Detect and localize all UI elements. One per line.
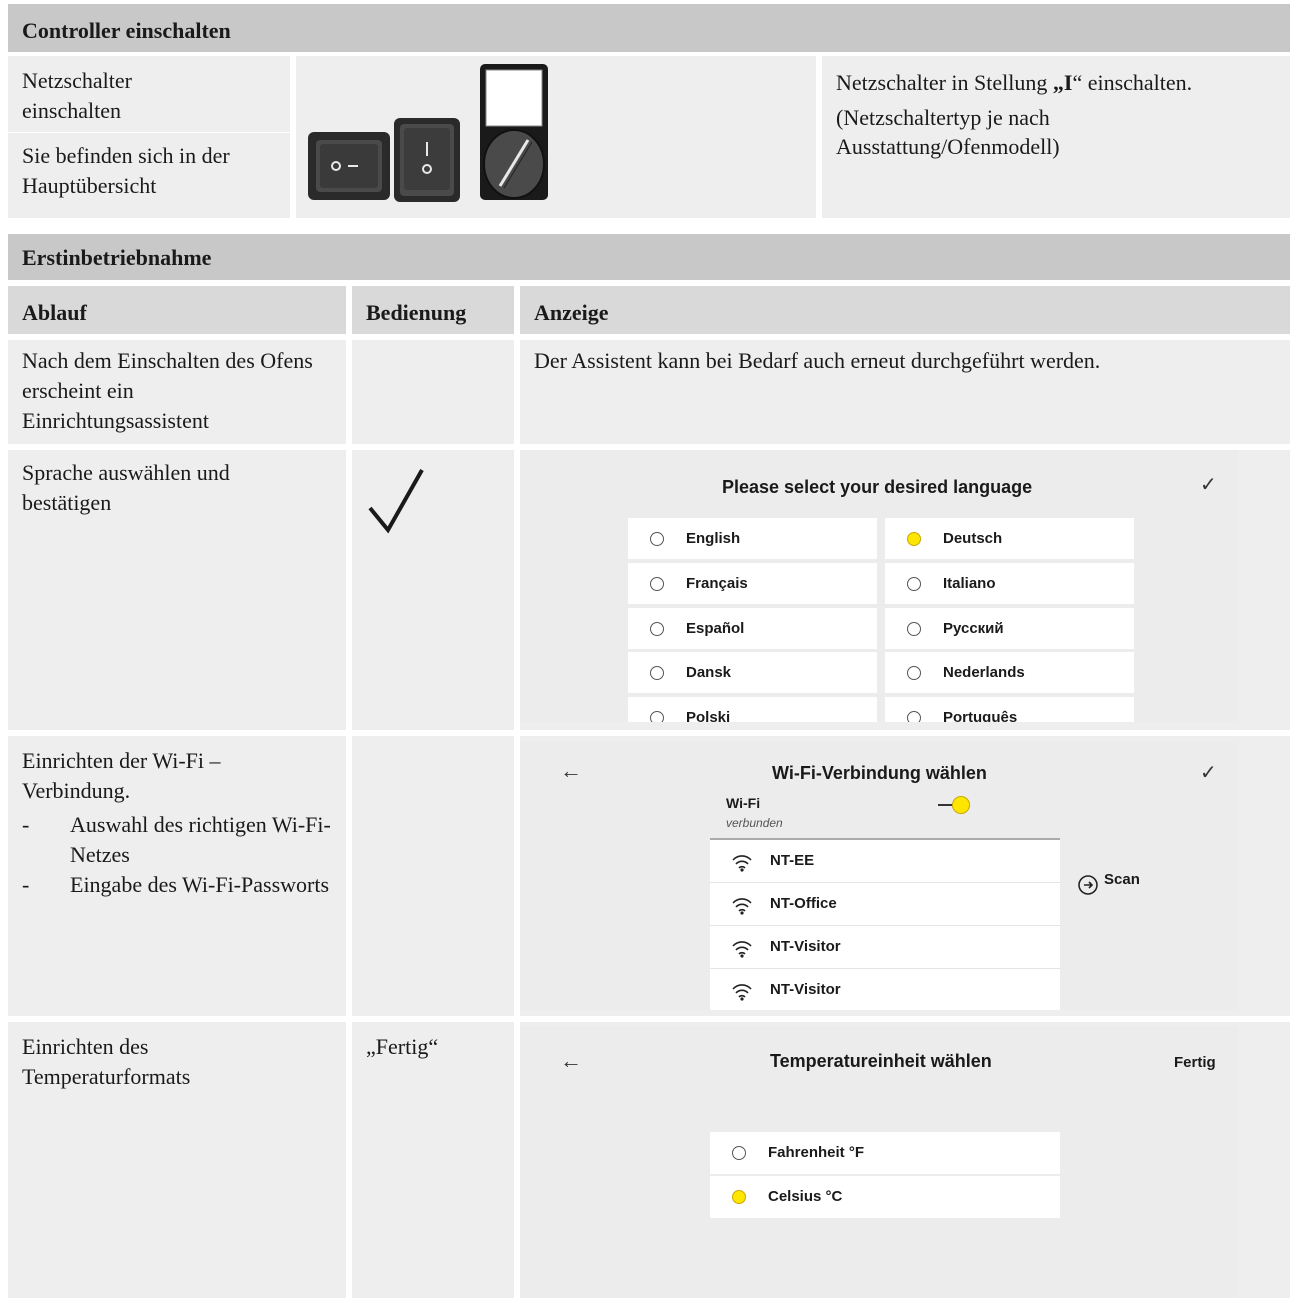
row1-anzeige: Der Assistent kann bei Bedarf auch erneu…	[520, 340, 1290, 444]
language-option[interactable]: Italiano	[885, 563, 1134, 604]
language-option[interactable]: Español	[628, 608, 877, 649]
language-list: English Deutsch Français Italiano Españo…	[520, 518, 1238, 722]
radio-icon	[650, 710, 664, 722]
row2-anzeige: Please select your desired language ✓ En…	[520, 450, 1290, 730]
section-title: Erstinbetriebnahme	[22, 245, 212, 270]
note-text: (Netzschaltertyp je nach Ausstattung/Ofe…	[836, 105, 1060, 159]
language-option[interactable]: Français	[628, 563, 877, 604]
radio-icon	[907, 665, 921, 680]
step-text: Sie befinden sich in der Hauptübersicht	[22, 143, 230, 198]
radio-icon	[650, 576, 664, 591]
wifi-status: verbunden	[726, 816, 783, 830]
row3-anzeige: ← Wi-Fi-Verbindung wählen ✓ Wi-Fi verbun…	[520, 736, 1290, 1016]
network-name: NT-Visitor	[770, 981, 841, 998]
scan-label: Scan	[1104, 871, 1140, 888]
column-label: Anzeige	[534, 300, 609, 325]
confirm-icon[interactable]: ✓	[1200, 470, 1217, 500]
network-item[interactable]: NT-Office	[710, 883, 1060, 926]
screen-title: Wi-Fi-Verbindung wählen	[772, 763, 987, 783]
step-text: Netzschalter einschalten	[22, 68, 132, 123]
row1-ablauf: Nach dem Einschalten des Ofens erscheint…	[8, 340, 346, 444]
temperature-option[interactable]: Fahrenheit °F	[710, 1132, 1060, 1174]
confirm-icon[interactable]: ✓	[1200, 758, 1217, 788]
screen-title: Temperatureinheit wählen	[770, 1051, 992, 1071]
steps-cell: Netzschalter einschalten Sie befinden si…	[8, 56, 290, 218]
radio-icon	[907, 621, 921, 636]
screen-title: Please select your desired language	[722, 477, 1033, 497]
language-option[interactable]: Polski	[628, 697, 877, 722]
info-text: Der Assistent kann bei Bedarf auch erneu…	[534, 348, 1101, 373]
power-switch-illustration	[308, 64, 548, 202]
radio-icon	[650, 531, 664, 546]
step-text: Sprache auswählen und bestätigen	[22, 460, 230, 515]
step-text: Einrichten des Temperaturformats	[22, 1034, 191, 1089]
language-option[interactable]: Deutsch	[885, 518, 1134, 559]
column-header-anzeige: Anzeige	[520, 286, 1290, 334]
scan-icon	[1078, 875, 1098, 895]
radio-icon	[732, 1146, 746, 1160]
done-button[interactable]: Fertig	[1174, 1048, 1216, 1078]
network-name: NT-Office	[770, 895, 837, 912]
step-text: Nach dem Einschalten des Ofens erscheint…	[22, 348, 313, 433]
row3-ablauf: Einrichten der Wi-Fi – Verbindung. - Aus…	[8, 736, 346, 1016]
switch-description-cell: Netzschalter in Stellung „I“ einschalten…	[822, 56, 1290, 218]
switch-images-cell	[296, 56, 816, 218]
radio-selected-icon	[907, 531, 921, 546]
network-item[interactable]: NT-EE	[710, 840, 1060, 883]
wifi-icon	[732, 898, 752, 915]
column-label: Bedienung	[366, 300, 467, 325]
column-header-bedienung: Bedienung	[352, 286, 514, 334]
row1-bedienung	[352, 340, 514, 444]
section-header-controller: Controller einschalten	[8, 4, 1290, 52]
column-header-ablauf: Ablauf	[8, 286, 346, 334]
language-selection-screen: Please select your desired language ✓ En…	[520, 450, 1238, 722]
back-arrow-icon[interactable]: ←	[560, 756, 582, 786]
row2-bedienung	[352, 450, 514, 730]
wifi-icon	[732, 941, 752, 958]
radio-icon	[907, 576, 921, 591]
row4-bedienung: „Fertig“	[352, 1022, 514, 1298]
row2-ablauf: Sprache auswählen und bestätigen	[8, 450, 346, 730]
language-option[interactable]: Dansk	[628, 652, 877, 693]
bullet-item: - Auswahl des richtigen Wi-Fi-Netzes	[22, 812, 331, 867]
column-label: Ablauf	[22, 300, 87, 325]
bullet-item: - Eingabe des Wi-Fi-Passworts	[22, 872, 330, 897]
row3-bedienung	[352, 736, 514, 1016]
network-list: NT-EE NT-Office NT-Visitor NT-Visitor	[710, 838, 1060, 1010]
language-option[interactable]: Русский	[885, 608, 1134, 649]
wifi-selection-screen: ← Wi-Fi-Verbindung wählen ✓ Wi-Fi verbun…	[520, 742, 1238, 1010]
wifi-toggle[interactable]	[952, 796, 970, 814]
wifi-icon	[732, 855, 752, 872]
language-option[interactable]: Nederlands	[885, 652, 1134, 693]
section-title: Controller einschalten	[22, 18, 231, 43]
scan-button[interactable]: Scan	[1076, 871, 1140, 896]
wifi-icon	[732, 984, 752, 1001]
radio-icon	[650, 665, 664, 680]
network-name: NT-Visitor	[770, 938, 841, 955]
instruction-text: Netzschalter in Stellung „I“ einschalten…	[836, 70, 1193, 95]
radio-icon	[650, 621, 664, 636]
temperature-unit-screen: ← Temperatureinheit wählen Fertig Fahren…	[520, 1026, 1238, 1298]
temperature-option[interactable]: Celsius °C	[710, 1176, 1060, 1218]
action-label: „Fertig“	[366, 1034, 439, 1059]
language-option[interactable]: English	[628, 518, 877, 559]
step-text: Einrichten der Wi-Fi – Verbindung.	[22, 748, 221, 803]
network-name: NT-EE	[770, 852, 815, 869]
back-arrow-icon[interactable]: ←	[560, 1046, 582, 1076]
network-item[interactable]: NT-Visitor	[710, 926, 1060, 969]
section-header-erstinbetriebnahme: Erstinbetriebnahme	[8, 234, 1290, 280]
radio-selected-icon	[732, 1190, 746, 1204]
radio-icon	[907, 710, 921, 722]
divider	[8, 132, 290, 133]
checkmark-icon	[368, 469, 424, 534]
language-option[interactable]: Português	[885, 697, 1134, 722]
row4-ablauf: Einrichten des Temperaturformats	[8, 1022, 346, 1298]
row4-anzeige: ← Temperatureinheit wählen Fertig Fahren…	[520, 1022, 1290, 1298]
network-item[interactable]: NT-Visitor	[710, 969, 1060, 1010]
